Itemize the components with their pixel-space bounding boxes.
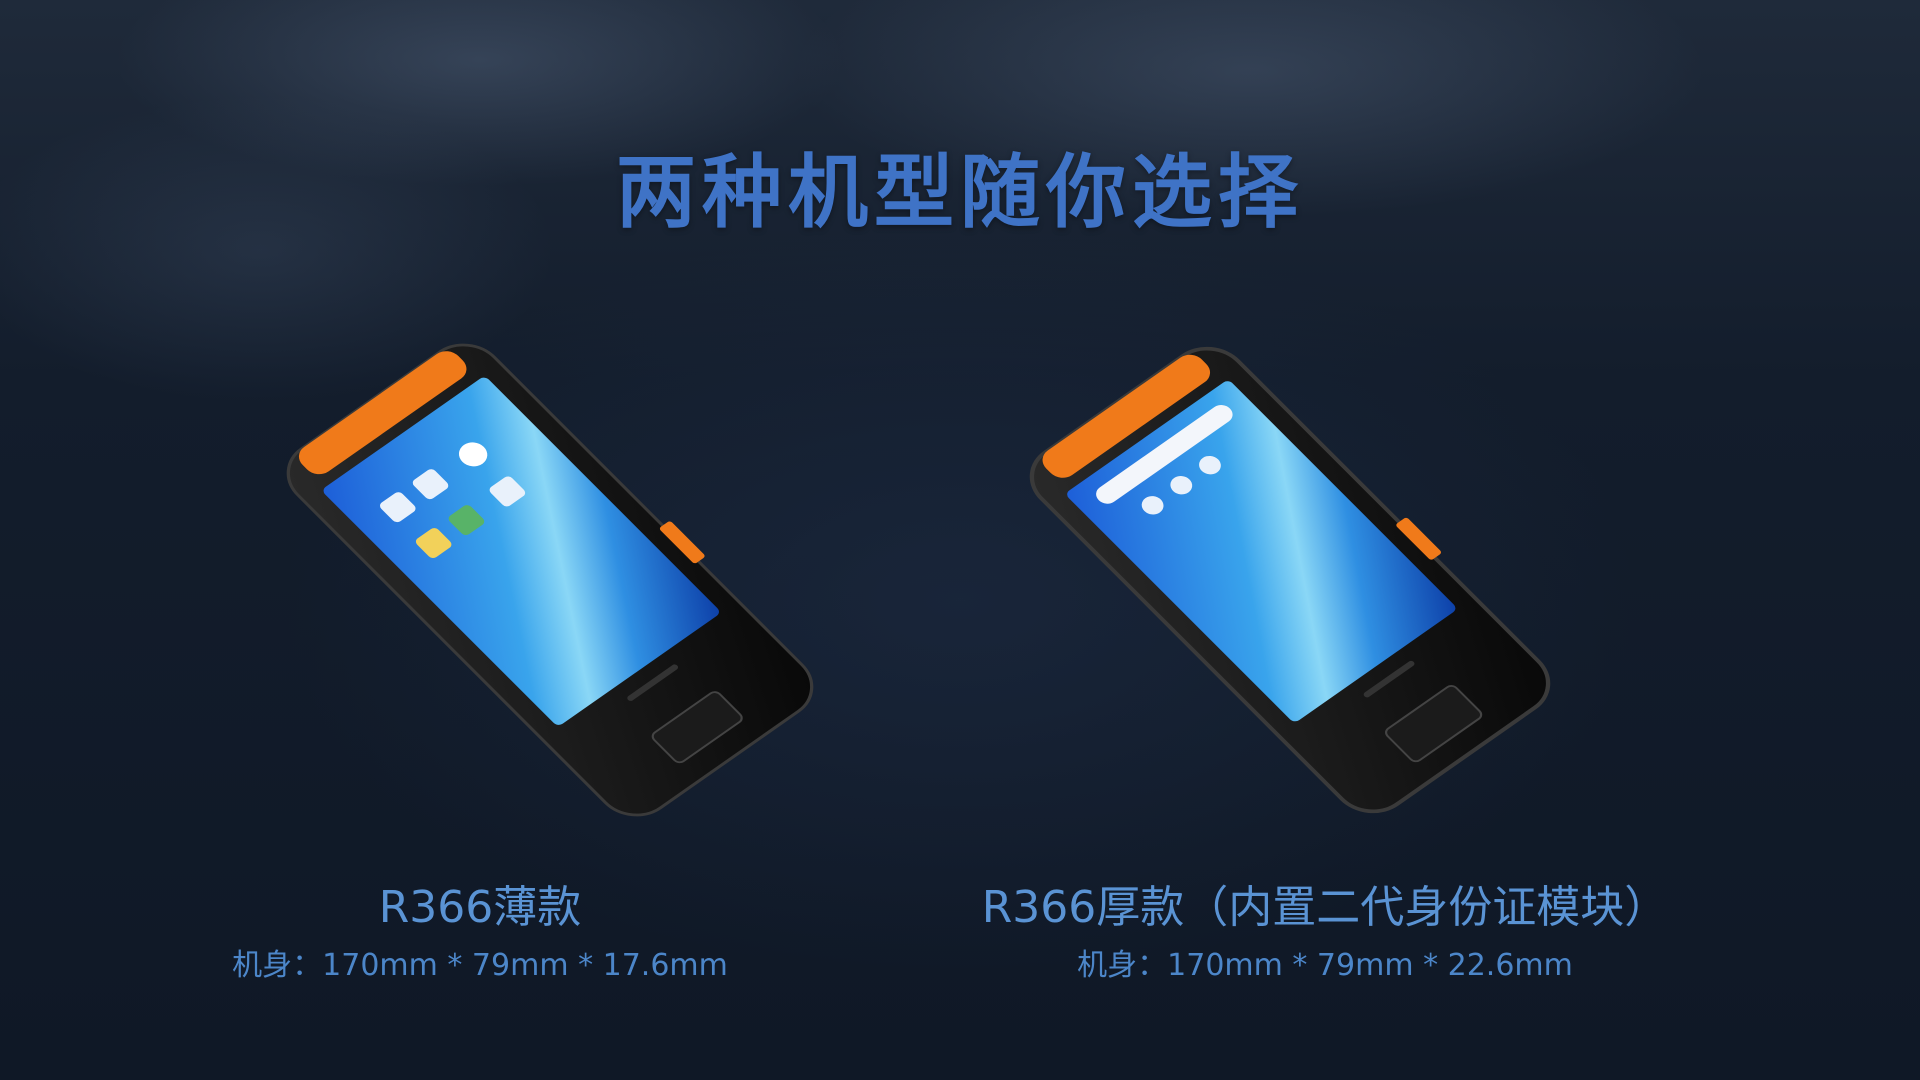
model-spec: 机身：170mm * 79mm * 17.6mm (232, 948, 728, 983)
device-image-thick (1000, 340, 1560, 860)
model-spec: 机身：170mm * 79mm * 22.6mm (1077, 948, 1573, 983)
handheld-terminal-illustration (1029, 346, 1551, 814)
model-label-thick: R366厚款（内置二代身份证模块） 机身：170mm * 79mm * 22.6… (960, 878, 1690, 986)
model-name: R366薄款 (378, 882, 582, 933)
model-label-thin: R366薄款 机身：170mm * 79mm * 17.6mm (230, 878, 730, 986)
handheld-terminal-illustration (286, 343, 814, 817)
device-image-thin (270, 320, 830, 840)
page-title: 两种机型随你选择 (616, 146, 1304, 239)
model-name: R366厚款（内置二代身份证模块） (981, 882, 1669, 933)
